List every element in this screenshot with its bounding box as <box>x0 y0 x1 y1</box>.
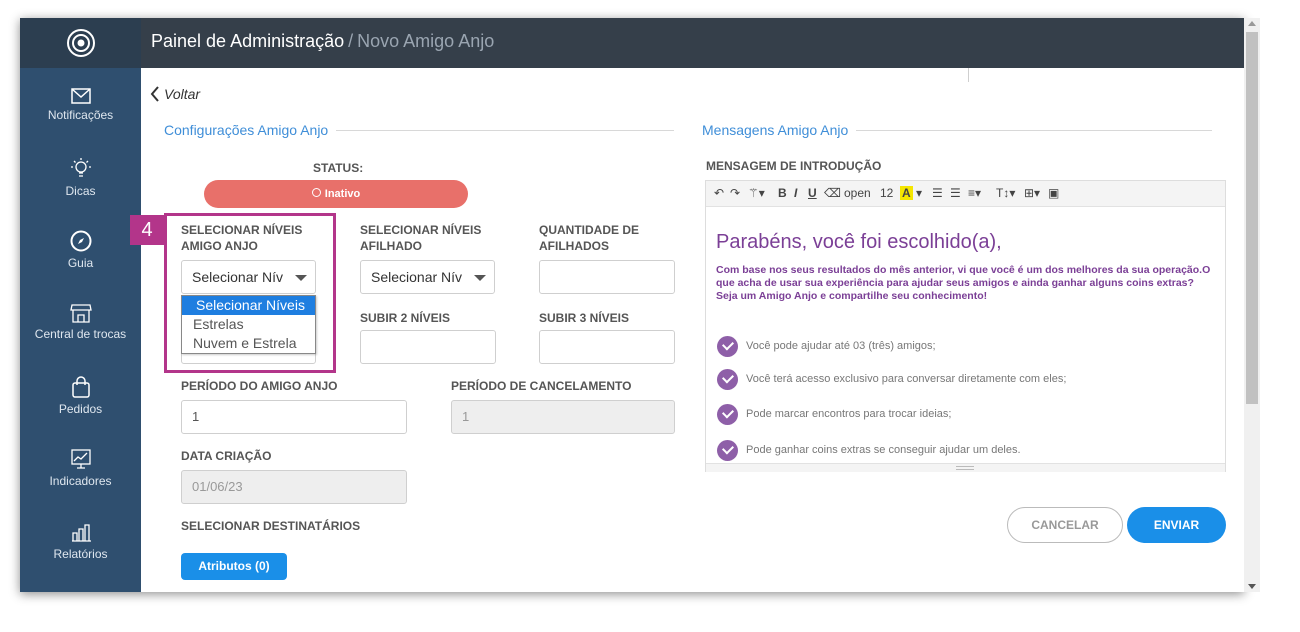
niveis-afilhado-label: SELECIONAR NÍVEIS AFILHADO <box>360 223 482 253</box>
scroll-down-icon[interactable] <box>1248 584 1256 589</box>
sidebar-item-label: Dicas <box>65 184 96 198</box>
message-bullet: Pode ganhar coins extras se conseguir aj… <box>746 444 1021 456</box>
send-button[interactable]: ENVIAR <box>1127 507 1226 543</box>
status-value: Inativo <box>324 188 361 200</box>
message-paragraph: Com base nos seus resultados do mês ante… <box>716 264 1211 302</box>
back-link[interactable]: Voltar <box>150 86 200 102</box>
image-icon[interactable]: ▣ <box>1048 186 1059 200</box>
qtd-afilhados-label: QUANTIDADE DE AFILHADOS <box>539 223 640 253</box>
periodo-label: PERÍODO DO AMIGO ANJO <box>181 379 338 393</box>
cancelamento-label: PERÍODO DE CANCELAMENTO <box>451 379 632 393</box>
back-label: Voltar <box>164 86 201 102</box>
chevron-left-icon <box>150 86 159 102</box>
report-icon <box>71 524 91 542</box>
undo-icon[interactable]: ↶ <box>714 186 724 200</box>
italic-icon[interactable]: I <box>794 186 797 200</box>
chevron-down-icon[interactable]: ▾ <box>916 186 922 200</box>
message-bullet: Você pode ajudar até 03 (três) amigos; <box>746 340 936 352</box>
bold-icon[interactable]: B <box>778 186 787 200</box>
annotation-step-badge: 4 <box>130 215 164 245</box>
data-criacao-label: DATA CRIAÇÃO <box>181 449 272 463</box>
sidebar-item-guia[interactable]: Guia <box>20 230 141 270</box>
cancel-button[interactable]: CANCELAR <box>1007 507 1123 543</box>
subir2-input[interactable] <box>360 330 496 364</box>
magic-wand-icon[interactable]: ⚚▾ <box>748 186 765 200</box>
scrollbar[interactable] <box>1244 18 1260 592</box>
sidebar-item-central-de-trocas[interactable]: Central de trocas <box>20 303 141 341</box>
sidebar-item-label: Notificações <box>47 108 114 122</box>
sidebar-item-relatorios[interactable]: Relatórios <box>20 521 141 561</box>
underline-icon[interactable]: U <box>808 186 817 200</box>
check-circle-icon <box>717 440 738 461</box>
editor-toolbar: ↶ ↷ ⚚▾ B I U ⌫ open 12 A ▾ ☰ ☰ ≡▾ T↕▾ ⊞▾… <box>706 181 1225 207</box>
destinatarios-label: SELECIONAR DESTINATÁRIOS <box>181 519 361 533</box>
cancelamento-input: 1 <box>451 400 675 434</box>
breadcrumb-root[interactable]: Painel de Administração <box>151 31 344 51</box>
check-circle-icon <box>717 369 738 390</box>
scrollbar-thumb[interactable] <box>1246 32 1258 404</box>
subir3-input[interactable] <box>539 330 675 364</box>
annotation-highlight-box <box>164 213 336 373</box>
messages-section-title: Mensagens Amigo Anjo <box>702 122 857 138</box>
rich-text-editor[interactable]: ↶ ↷ ⚚▾ B I U ⌫ open 12 A ▾ ☰ ☰ ≡▾ T↕▾ ⊞▾… <box>705 180 1226 472</box>
status-dot-icon <box>311 188 321 197</box>
breadcrumb-current: Novo Amigo Anjo <box>357 31 495 51</box>
periodo-input[interactable]: 1 <box>181 400 407 434</box>
sidebar-item-label: Relatórios <box>53 547 108 561</box>
check-circle-icon <box>717 336 738 357</box>
text-height-icon[interactable]: T↕▾ <box>996 186 1015 200</box>
sidebar-item-dicas[interactable]: Dicas <box>20 158 141 198</box>
highlight-color-icon[interactable]: A <box>900 186 913 200</box>
data-criacao-input: 01/06/23 <box>181 470 407 504</box>
atributos-button[interactable]: Atributos (0) <box>181 553 287 580</box>
config-section-title: Configurações Amigo Anjo <box>164 122 337 138</box>
sidebar: Notificações Dicas Guia Central de troca… <box>20 18 141 592</box>
message-bullet: Pode marcar encontros para trocar ideias… <box>746 408 952 420</box>
message-bullet: Você terá acesso exclusivo para conversa… <box>746 373 1067 385</box>
divider <box>968 68 969 82</box>
sidebar-item-pedidos[interactable]: Pedidos <box>20 376 141 416</box>
align-icon[interactable]: ≡▾ <box>968 186 981 200</box>
check-circle-icon <box>717 404 738 425</box>
shopping-bag-icon <box>71 376 90 398</box>
logo[interactable] <box>20 18 141 68</box>
chevron-down-icon <box>474 275 486 281</box>
numbered-list-icon[interactable]: ☰ <box>950 186 961 200</box>
editor-resize-handle[interactable] <box>706 463 1225 472</box>
status-toggle-button[interactable]: Inativo <box>204 180 468 208</box>
status-label: STATUS: <box>313 161 364 175</box>
sidebar-item-label: Indicadores <box>49 474 112 488</box>
intro-message-label: MENSAGEM DE INTRODUÇÃO <box>706 159 882 173</box>
niveis-afilhado-select[interactable]: Selecionar Níveis <box>360 260 495 294</box>
logo-icon <box>66 29 95 57</box>
qtd-afilhados-input[interactable] <box>539 260 675 294</box>
sidebar-item-label: Central de trocas <box>34 327 127 341</box>
compass-icon <box>70 230 91 252</box>
font-size-select[interactable]: 12 <box>880 186 893 200</box>
scroll-up-icon[interactable] <box>1248 21 1256 26</box>
sidebar-item-indicadores[interactable]: Indicadores <box>20 448 141 488</box>
sidebar-item-label: Guia <box>67 256 94 270</box>
message-heading: Parabéns, você foi escolhido(a), <box>716 231 1002 253</box>
eraser-icon[interactable]: ⌫ <box>824 186 841 200</box>
store-icon <box>69 304 92 323</box>
sidebar-item-notificacoes[interactable]: Notificações <box>20 88 141 122</box>
font-family-select[interactable]: open <box>844 186 871 200</box>
table-icon[interactable]: ⊞▾ <box>1024 186 1040 200</box>
breadcrumb-separator: / <box>348 31 354 51</box>
envelope-icon <box>70 88 91 104</box>
subir2-label: SUBIR 2 NÍVEIS <box>360 311 451 325</box>
lightbulb-icon <box>70 158 91 177</box>
bullet-list-icon[interactable]: ☰ <box>932 186 943 200</box>
sidebar-item-label: Pedidos <box>58 402 103 416</box>
header: Painel de Administração / Novo Amigo Anjo <box>141 18 1244 68</box>
chart-icon <box>70 449 91 469</box>
redo-icon[interactable]: ↷ <box>730 186 740 200</box>
app-window: Notificações Dicas Guia Central de troca… <box>20 18 1244 592</box>
niveis-afilhado-value: Selecionar Níveis <box>371 269 480 285</box>
subir3-label: SUBIR 3 NÍVEIS <box>539 311 630 325</box>
